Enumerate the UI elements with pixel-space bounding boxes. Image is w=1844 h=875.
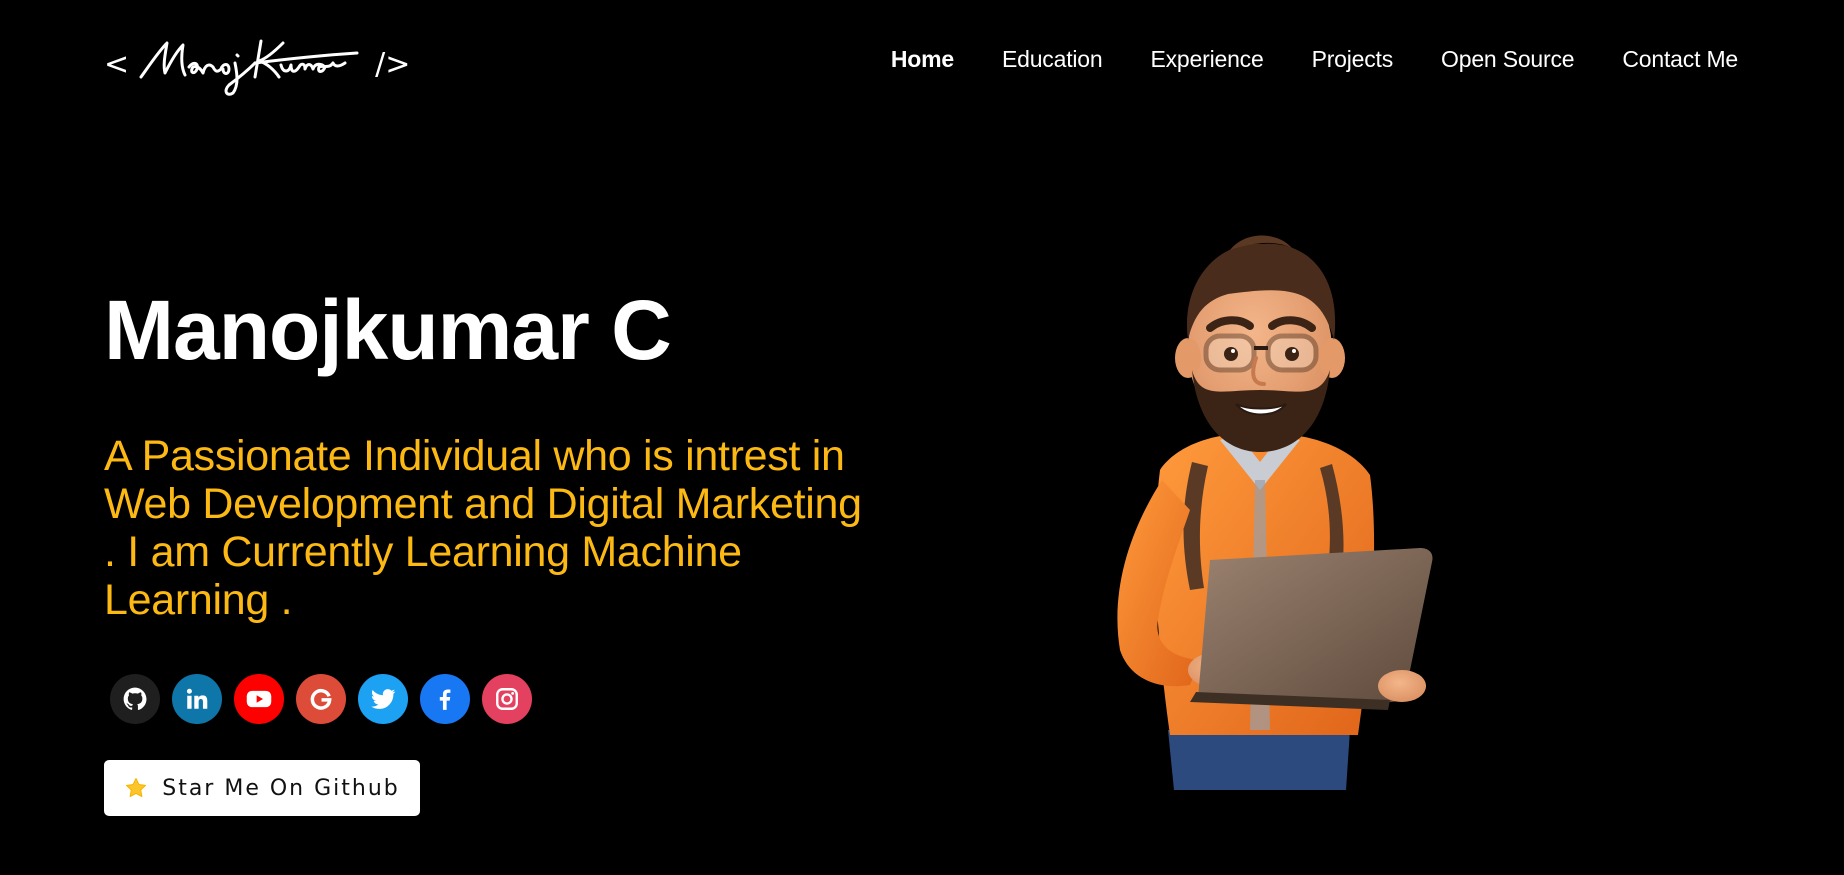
star-on-github-button[interactable]: Star Me On Github	[104, 760, 420, 816]
nav-experience[interactable]: Experience	[1126, 42, 1287, 77]
star-button-label: Star Me On Github	[162, 775, 400, 801]
nav-home[interactable]: Home	[867, 42, 978, 77]
star-icon	[126, 778, 147, 797]
nav-education[interactable]: Education	[978, 42, 1127, 77]
linkedin-link[interactable]	[172, 674, 222, 724]
logo-open-bracket: <	[104, 47, 130, 82]
google-link[interactable]	[296, 674, 346, 724]
hero-name: Manojkumar C	[104, 283, 672, 377]
logo-close-bracket: />	[375, 47, 411, 82]
hero-subtitle: A Passionate Individual who is intrest i…	[104, 432, 862, 624]
nav-projects[interactable]: Projects	[1288, 42, 1417, 77]
facebook-icon	[439, 689, 451, 710]
facebook-link[interactable]	[420, 674, 470, 724]
linkedin-icon	[186, 688, 208, 709]
social-links	[110, 674, 532, 724]
github-link[interactable]	[110, 674, 160, 724]
nav-list: Home Education Experience Projects Open …	[867, 42, 1762, 77]
github-icon	[123, 687, 147, 710]
twitter-link[interactable]	[358, 674, 408, 724]
youtube-icon	[246, 690, 272, 708]
signature-logo-image	[139, 39, 359, 96]
page: < /> Home Education Experience Projects …	[0, 0, 1844, 875]
instagram-link[interactable]	[482, 674, 532, 724]
avatar-illustration	[1117, 235, 1433, 790]
instagram-icon	[496, 688, 518, 710]
twitter-icon	[371, 689, 396, 709]
nav-open-source[interactable]: Open Source	[1417, 42, 1598, 77]
youtube-link[interactable]	[234, 674, 284, 724]
logo[interactable]: < />	[104, 30, 410, 100]
nav-contact-me[interactable]: Contact Me	[1598, 42, 1762, 77]
google-icon	[310, 688, 332, 710]
